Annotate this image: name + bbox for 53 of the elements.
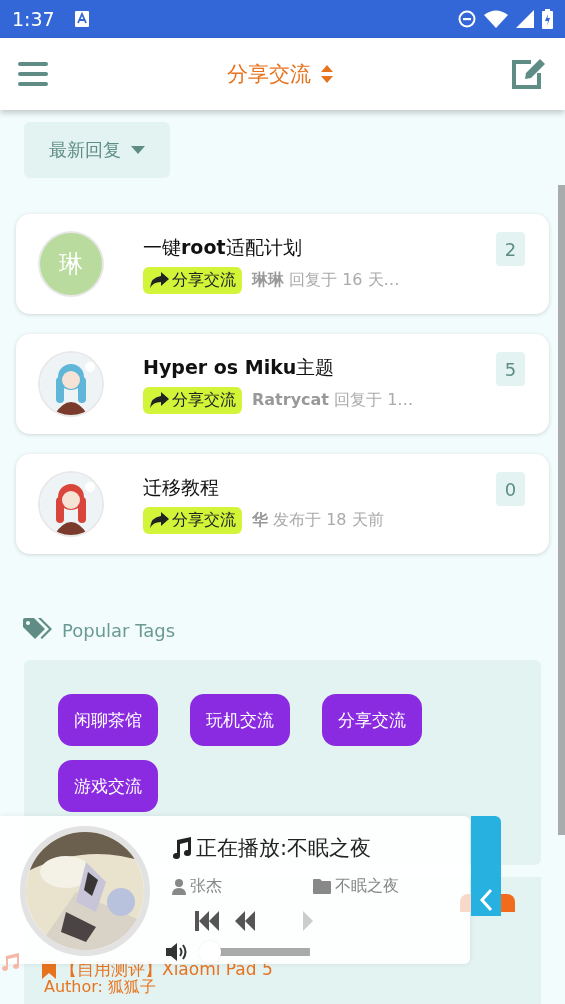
post-card[interactable]: Hyper os Miku主题 分享交流 Ratrycat 回复于 1… 5: [16, 334, 549, 434]
now-playing: 正在播放:不眠之夜: [196, 835, 372, 862]
post-title[interactable]: 一键root适配计划: [143, 234, 400, 261]
album-name: 不眠之夜: [335, 876, 399, 897]
category-tag[interactable]: 分享交流: [143, 386, 242, 414]
rewind-icon[interactable]: [235, 911, 255, 931]
post-author: Author: 狐狐子: [44, 979, 157, 996]
edit-icon[interactable]: [511, 58, 547, 90]
avatar: 琳: [40, 233, 102, 295]
post-meta: 华 发布于 18 天前: [252, 509, 384, 531]
music-note-icon: [0, 953, 20, 971]
battery-icon: [542, 9, 553, 29]
section-title: Popular Tags: [62, 619, 176, 641]
side-tab[interactable]: [501, 894, 515, 912]
signal-icon: [516, 10, 534, 28]
do-not-disturb-icon: [458, 10, 476, 28]
tags-icon: [23, 618, 52, 642]
share-icon: [149, 272, 169, 288]
tag-button[interactable]: 玩机交流: [190, 694, 290, 746]
folder-icon: [313, 879, 331, 894]
volume-icon[interactable]: [166, 942, 188, 962]
notification-icon: [74, 11, 89, 27]
post-card[interactable]: 琳 一键root适配计划 分享交流 琳琳 回复于 16 天… 2: [16, 214, 549, 314]
previous-icon[interactable]: [195, 911, 219, 931]
tag-button[interactable]: 闲聊茶馆: [58, 694, 158, 746]
tag-button[interactable]: 游戏交流: [58, 760, 158, 812]
sort-icon[interactable]: [320, 65, 333, 83]
volume-handle[interactable]: [199, 941, 221, 963]
person-icon: [172, 878, 186, 895]
post-title[interactable]: 迁移教程: [143, 474, 384, 501]
reply-count: 5: [496, 352, 525, 386]
wifi-icon: [484, 10, 508, 28]
category-tag[interactable]: 分享交流: [143, 506, 242, 534]
scrollbar[interactable]: [558, 185, 565, 835]
status-time: 1:37: [12, 8, 55, 30]
reply-count: 0: [496, 472, 525, 506]
collapse-button[interactable]: [471, 816, 501, 916]
menu-icon[interactable]: [18, 61, 48, 87]
caret-icon: [131, 146, 145, 154]
play-icon[interactable]: [303, 911, 313, 931]
chevron-left-icon: [479, 888, 493, 912]
artist-name: 张杰: [190, 876, 222, 897]
post-title[interactable]: Hyper os Miku主题: [143, 354, 414, 381]
share-icon: [149, 392, 169, 408]
header-title: 分享交流: [226, 61, 311, 88]
post-meta: Ratrycat 回复于 1…: [252, 389, 414, 411]
share-icon: [149, 512, 169, 528]
category-tag[interactable]: 分享交流: [143, 266, 242, 294]
tag-button[interactable]: 分享交流: [322, 694, 422, 746]
music-note-icon: [170, 837, 192, 859]
reply-count: 2: [496, 232, 525, 266]
post-card[interactable]: 迁移教程 分享交流 华 发布于 18 天前 0: [16, 454, 549, 554]
post-meta: 琳琳 回复于 16 天…: [252, 269, 400, 291]
